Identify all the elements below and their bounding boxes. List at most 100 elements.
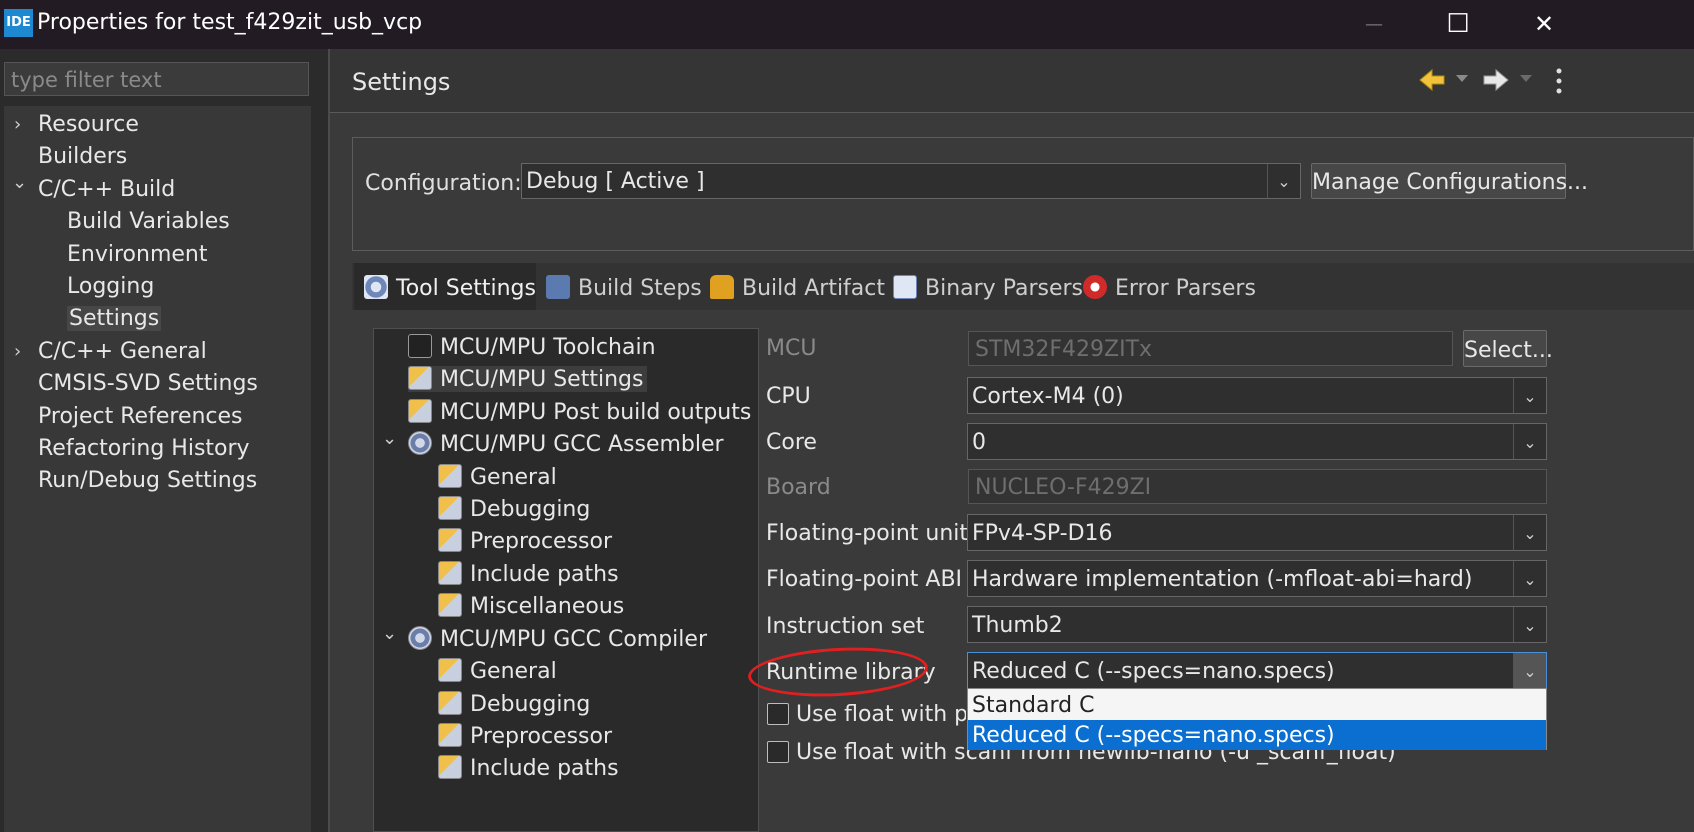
maximize-button[interactable]: ☐ — [1428, 0, 1488, 49]
chevron-down-icon[interactable]: ⌄ — [382, 623, 397, 644]
tree-item-mcu-settings[interactable]: MCU/MPU Settings — [408, 366, 648, 392]
tree-item-cc-include-paths[interactable]: Include paths — [438, 755, 619, 781]
chevron-down-icon[interactable]: ⌄ — [12, 172, 27, 193]
fpu-label: Floating-point unit — [766, 521, 969, 546]
chevron-down-icon: ⌄ — [1513, 378, 1546, 413]
tree-item-asm-debugging[interactable]: Debugging — [438, 496, 590, 522]
minimize-button[interactable]: — — [1344, 0, 1404, 49]
nav-item-run-debug-settings[interactable]: Run/Debug Settings — [38, 468, 257, 493]
gear-icon — [408, 626, 432, 650]
configuration-value: Debug [ Active ] — [526, 169, 705, 194]
settings-folder-icon — [408, 399, 432, 423]
instruction-set-select[interactable]: Thumb2 ⌄ — [967, 606, 1547, 643]
tree-label: MCU/MPU GCC Compiler — [440, 627, 707, 652]
tree-item-toolchain[interactable]: MCU/MPU Toolchain — [408, 334, 656, 360]
chevron-right-icon[interactable]: › — [14, 114, 21, 135]
tree-label: MCU/MPU Settings — [440, 367, 644, 392]
fp-abi-value: Hardware implementation (-mfloat-abi=har… — [972, 567, 1473, 592]
settings-folder-icon — [438, 755, 462, 779]
arrow-left-icon[interactable] — [1418, 68, 1446, 92]
tab-build-steps[interactable]: Build Steps — [546, 263, 702, 310]
tab-build-artifact[interactable]: Build Artifact — [710, 263, 885, 310]
more-menu-icon[interactable] — [1552, 66, 1566, 96]
chevron-down-icon[interactable] — [1519, 74, 1533, 84]
tree-label: Debugging — [470, 692, 591, 717]
arrow-right-icon[interactable] — [1482, 68, 1510, 92]
tree-label: Include paths — [470, 562, 619, 587]
cpu-select[interactable]: Cortex-M4 (0) ⌄ — [967, 377, 1547, 414]
trophy-icon — [710, 275, 734, 299]
manage-configurations-button[interactable]: Manage Configurations... — [1311, 163, 1588, 199]
error-icon — [1083, 275, 1107, 299]
fp-abi-select[interactable]: Hardware implementation (-mfloat-abi=har… — [967, 560, 1547, 597]
tree-label: MCU/MPU Post build outputs — [440, 400, 752, 425]
runtime-library-dropdown: Standard C Reduced C (--specs=nano.specs… — [967, 688, 1547, 750]
nav-item-builders[interactable]: Builders — [38, 144, 127, 169]
tree-item-cc-debugging[interactable]: Debugging — [438, 691, 590, 717]
chevron-down-icon: ⌄ — [1513, 653, 1546, 688]
chevron-down-icon: ⌄ — [1513, 424, 1546, 459]
nav-item-build-variables[interactable]: Build Variables — [67, 209, 230, 234]
select-mcu-button[interactable]: Select... — [1463, 330, 1553, 367]
core-select[interactable]: 0 ⌄ — [967, 423, 1547, 460]
tree-item-asm-include-paths[interactable]: Include paths — [438, 561, 619, 587]
printf-float-label: Use float with pri — [796, 702, 966, 727]
fpu-select[interactable]: FPv4-SP-D16 ⌄ — [967, 514, 1547, 551]
tab-tool-settings[interactable]: Tool Settings — [354, 263, 536, 310]
settings-folder-icon — [438, 658, 462, 682]
printf-float-checkbox[interactable] — [767, 703, 789, 725]
nav-item-cmsis-svd[interactable]: CMSIS-SVD Settings — [38, 371, 258, 396]
fpu-value: FPv4-SP-D16 — [972, 521, 1113, 546]
core-value: 0 — [972, 430, 986, 455]
nav-item-project-references[interactable]: Project References — [38, 404, 243, 429]
settings-folder-icon — [438, 464, 462, 488]
chevron-down-icon: ⌄ — [1513, 607, 1546, 642]
window-title: Properties for test_f429zit_usb_vcp — [37, 10, 423, 35]
nav-item-resource[interactable]: Resource — [38, 112, 139, 137]
mcu-field: STM32F429ZITx — [968, 331, 1453, 366]
settings-folder-icon — [438, 561, 462, 585]
gear-icon — [408, 431, 432, 455]
nav-item-logging[interactable]: Logging — [67, 274, 154, 299]
configuration-select[interactable]: Debug [ Active ] ⌄ — [521, 163, 1301, 199]
tree-item-cc-preprocessor[interactable]: Preprocessor — [438, 723, 612, 749]
nav-item-settings[interactable]: Settings — [67, 306, 162, 331]
tree-item-gcc-compiler[interactable]: MCU/MPU GCC Compiler — [408, 626, 707, 652]
scanf-float-checkbox[interactable] — [767, 741, 789, 763]
tab-label: Error Parsers — [1115, 276, 1256, 301]
properties-nav-tree: › Resource Builders ⌄ C/C++ Build Build … — [4, 106, 311, 832]
tree-label: Preprocessor — [470, 529, 613, 554]
tab-error-parsers[interactable]: Error Parsers — [1083, 263, 1256, 310]
nav-item-refactoring-history[interactable]: Refactoring History — [38, 436, 250, 461]
option-standard-c[interactable]: Standard C — [968, 690, 1546, 720]
tree-item-asm-general[interactable]: General — [438, 464, 557, 490]
settings-folder-icon — [408, 366, 432, 390]
nav-item-environment[interactable]: Environment — [67, 242, 207, 267]
tree-item-gcc-assembler[interactable]: MCU/MPU GCC Assembler — [408, 431, 724, 457]
tab-binary-parsers[interactable]: Binary Parsers — [893, 263, 1083, 310]
page-title: Settings — [352, 68, 451, 96]
tree-label: MCU/MPU Toolchain — [440, 335, 656, 360]
tree-item-post-build[interactable]: MCU/MPU Post build outputs — [408, 399, 751, 425]
board-label: Board — [766, 475, 831, 500]
tree-item-asm-miscellaneous[interactable]: Miscellaneous — [438, 593, 624, 619]
filter-input[interactable]: type filter text — [4, 62, 309, 96]
tree-item-asm-preprocessor[interactable]: Preprocessor — [438, 528, 612, 554]
chevron-right-icon[interactable]: › — [14, 341, 21, 362]
runtime-library-select[interactable]: Reduced C (--specs=nano.specs) ⌄ — [967, 652, 1547, 689]
chevron-down-icon[interactable]: ⌄ — [382, 428, 397, 449]
tool-settings-icon — [364, 275, 388, 299]
nav-item-cpp-general[interactable]: C/C++ General — [38, 339, 207, 364]
close-button[interactable]: ✕ — [1514, 0, 1574, 49]
chevron-down-icon[interactable] — [1455, 74, 1469, 84]
tab-label: Build Artifact — [742, 276, 885, 301]
tab-label: Tool Settings — [396, 276, 536, 301]
option-reduced-c[interactable]: Reduced C (--specs=nano.specs) — [968, 720, 1546, 750]
tab-label: Build Steps — [578, 276, 702, 301]
build-steps-icon — [546, 275, 570, 299]
chevron-down-icon: ⌄ — [1513, 515, 1546, 550]
settings-folder-icon — [438, 691, 462, 715]
tree-label: Include paths — [470, 756, 619, 781]
tree-item-cc-general[interactable]: General — [438, 658, 557, 684]
nav-item-cpp-build[interactable]: C/C++ Build — [38, 177, 175, 202]
